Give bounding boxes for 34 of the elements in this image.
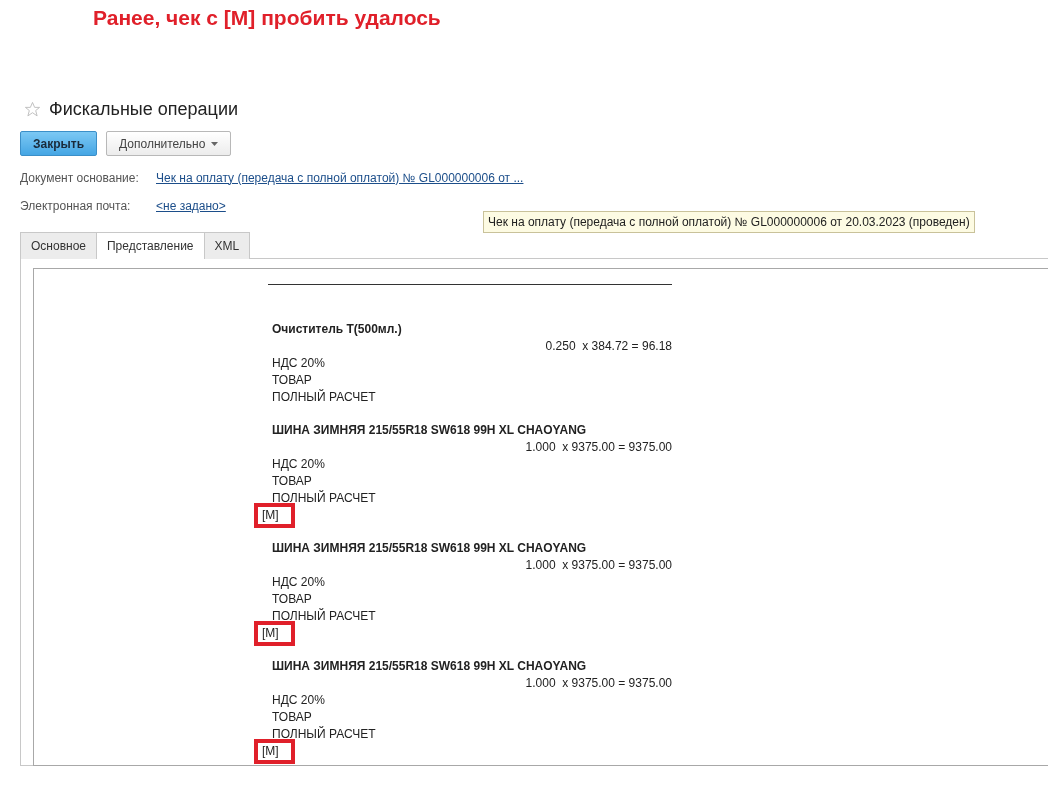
receipt-line: НДС 20% (272, 574, 326, 591)
item-calculation: 1.000 x 9375.00 = 9375.00 (524, 439, 672, 456)
receipt-line: ТОВАР (272, 591, 313, 608)
receipt-line: ТОВАР (272, 709, 313, 726)
tab[interactable]: Представление (96, 232, 205, 259)
field-link[interactable]: Чек на оплату (передача с полной оплатой) № GL000000006 от ... (156, 170, 524, 185)
item-name: ШИНА ЗИМНЯЯ 215/55R18 SW618 99H XL CHAOYANG (272, 422, 588, 439)
annotation-heading: Ранее, чек с [M] пробить удалось (92, 5, 442, 31)
receipt-line: ТОВАР (272, 473, 313, 490)
window-title: Фискальные операции (49, 98, 238, 120)
item-name: Очиститель Т(500мл.) (272, 321, 403, 338)
marking-code: [M] (254, 621, 295, 646)
field-label: Документ основание: (20, 170, 140, 185)
tooltip: Чек на оплату (передача с полной оплатой) № GL000000006 от 20.03.2023 (проведен) (483, 211, 975, 233)
item-calculation: 0.250 x 384.72 = 96.18 (544, 338, 672, 355)
more-dropdown-button[interactable]: Дополнительно (106, 131, 232, 156)
item-name: ШИНА ЗИМНЯЯ 215/55R18 SW618 99H XL CHAOYANG (272, 658, 588, 675)
item-calculation: 1.000 x 9375.00 = 9375.00 (524, 557, 672, 574)
receipt-line: ТОВАР (272, 372, 313, 389)
caret-icon (211, 141, 219, 146)
receipt-line: НДС 20% (272, 456, 326, 473)
star-icon[interactable] (24, 100, 41, 118)
marking-code: [M] (254, 739, 295, 764)
tab[interactable]: Основное (20, 232, 97, 259)
tab[interactable]: XML (203, 232, 251, 259)
item-calculation: 1.000 x 9375.00 = 9375.00 (524, 675, 672, 692)
field-label: Электронная почта: (20, 198, 132, 213)
receipt-line: НДС 20% (272, 355, 326, 372)
marking-code: [M] (254, 503, 295, 528)
close-button[interactable]: Закрыть (20, 131, 98, 156)
field-link[interactable]: <не задано> (156, 198, 226, 213)
receipt-line: ПОЛНЫЙ РАСЧЕТ (272, 389, 377, 406)
item-name: ШИНА ЗИМНЯЯ 215/55R18 SW618 99H XL CHAOYANG (272, 540, 588, 557)
receipt-line: НДС 20% (272, 692, 326, 709)
